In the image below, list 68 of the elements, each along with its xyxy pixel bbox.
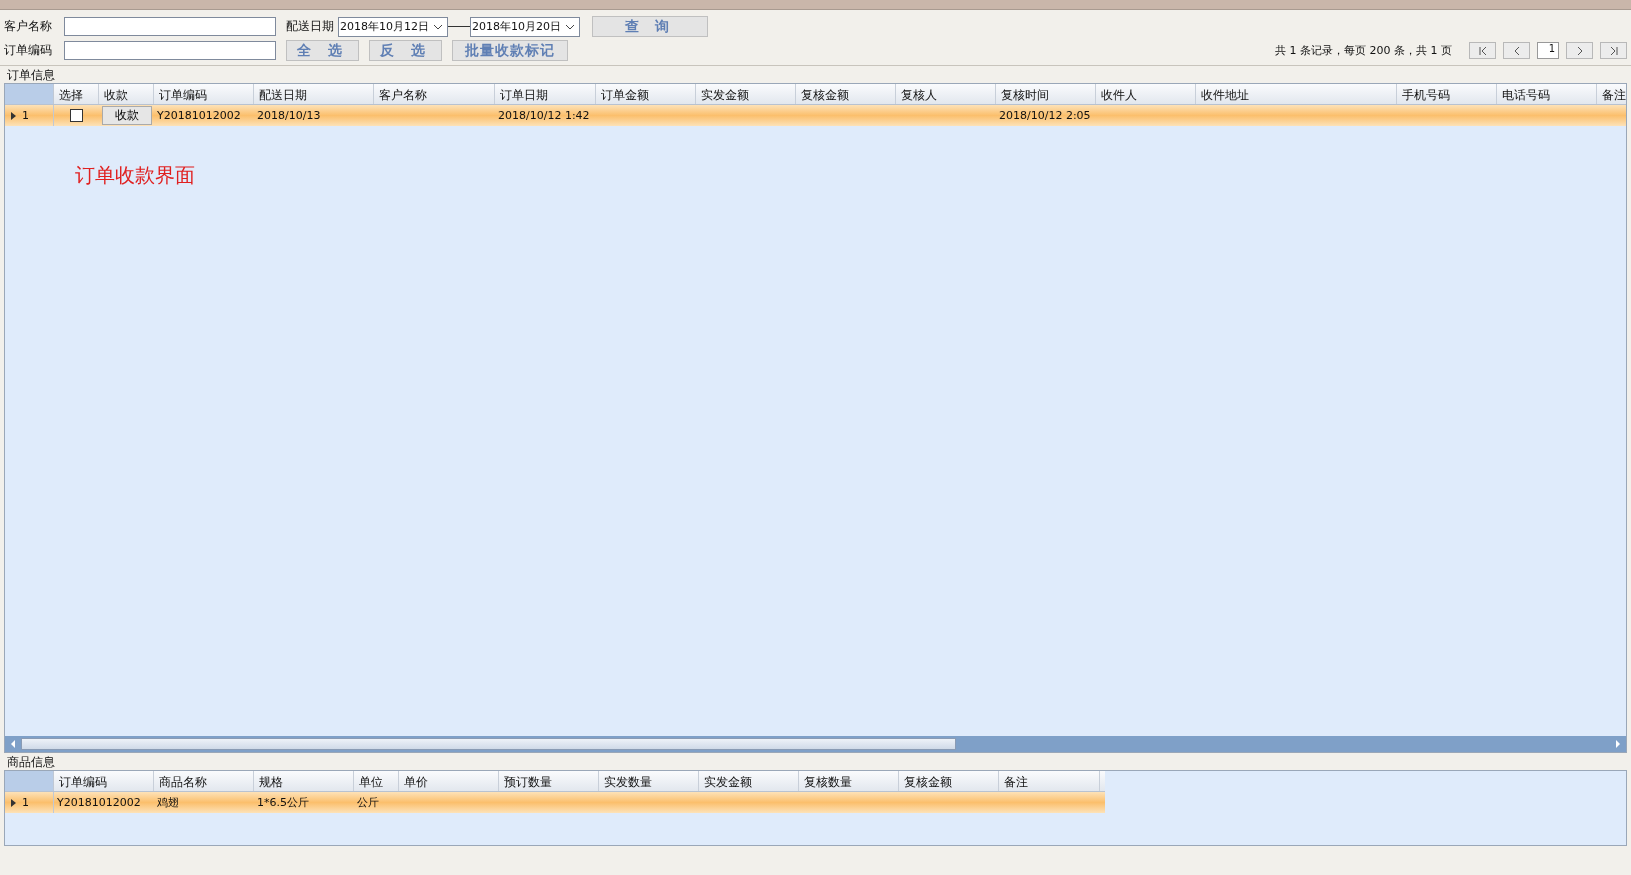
field-label: 配送日期 bbox=[286, 18, 334, 35]
date-picker[interactable]: 2018年10月20日 bbox=[470, 16, 580, 37]
section-title: 商品信息 bbox=[6, 755, 56, 770]
row-header[interactable]: 1 bbox=[5, 105, 54, 126]
scroll-right-icon[interactable] bbox=[1614, 739, 1622, 749]
chevron-down-icon bbox=[433, 23, 443, 30]
order-row[interactable]: 1 收款 Y20181012002 2018/10/13 2018/10/12 1:42 2018/10/12 2:05 bbox=[5, 105, 1626, 126]
column-header[interactable]: 复核金额 bbox=[796, 84, 896, 104]
column-header[interactable]: 收款 bbox=[99, 84, 154, 104]
table-cell: 1*6.5公斤 bbox=[257, 795, 309, 810]
column-header[interactable]: 复核金额 bbox=[899, 771, 999, 791]
goods-row[interactable]: 1 Y20181012002 鸡翅 1*6.5公斤 公斤 bbox=[5, 792, 1105, 813]
page-summary: 共 1 条记录，每页 200 条，共 1 页 bbox=[1275, 43, 1452, 58]
column-header[interactable]: 实发金额 bbox=[696, 84, 796, 104]
column-header[interactable]: 订单日期 bbox=[495, 84, 596, 104]
column-header[interactable]: 预订数量 bbox=[499, 771, 599, 791]
column-header[interactable]: 收件地址 bbox=[1196, 84, 1397, 104]
row-number: 1 bbox=[22, 796, 29, 809]
column-header[interactable]: 选择 bbox=[54, 84, 99, 104]
customer-name-field[interactable] bbox=[64, 17, 276, 36]
column-header[interactable]: 订单金额 bbox=[596, 84, 696, 104]
column-header[interactable]: 复核数量 bbox=[799, 771, 899, 791]
column-header[interactable]: 电话号码 bbox=[1497, 84, 1597, 104]
column-header[interactable]: 实发数量 bbox=[599, 771, 699, 791]
column-header[interactable]: 备注 bbox=[999, 771, 1100, 791]
next-page-button[interactable] bbox=[1566, 42, 1593, 59]
column-header[interactable]: 规格 bbox=[254, 771, 354, 791]
horizontal-scrollbar[interactable] bbox=[5, 736, 1626, 752]
column-header[interactable]: 实发金额 bbox=[699, 771, 799, 791]
table-cell: 2018/10/12 2:05 bbox=[999, 109, 1091, 122]
column-header[interactable]: 手机号码 bbox=[1397, 84, 1497, 104]
annotation-text: 订单收款界面 bbox=[75, 163, 195, 187]
column-header[interactable]: 商品名称 bbox=[154, 771, 254, 791]
column-header[interactable]: 订单编码 bbox=[54, 771, 154, 791]
field-label: 客户名称 bbox=[4, 18, 53, 35]
column-header[interactable]: 备注 bbox=[1597, 84, 1626, 104]
checkbox[interactable] bbox=[70, 109, 83, 122]
column-header[interactable]: 客户名称 bbox=[374, 84, 495, 104]
table-cell: 鸡翅 bbox=[157, 795, 179, 810]
section-title: 订单信息 bbox=[6, 68, 56, 83]
table-cell: Y20181012002 bbox=[57, 796, 141, 809]
column-header[interactable]: 订单编码 bbox=[154, 84, 254, 104]
table-cell: 2018/10/13 bbox=[257, 109, 321, 122]
date-picker[interactable]: 2018年10月12日 bbox=[338, 16, 448, 37]
first-page-icon bbox=[1477, 45, 1488, 56]
column-header[interactable]: 单位 bbox=[354, 771, 399, 791]
column-header[interactable]: 复核时间 bbox=[996, 84, 1096, 104]
chevron-down-icon bbox=[565, 23, 575, 30]
collect-button[interactable]: 收款 bbox=[101, 106, 152, 125]
order-number-field[interactable] bbox=[64, 41, 276, 60]
column-header[interactable]: 复核人 bbox=[896, 84, 996, 104]
column-header[interactable]: 配送日期 bbox=[254, 84, 374, 104]
column-header[interactable]: 单价 bbox=[399, 771, 499, 791]
last-page-button[interactable] bbox=[1600, 42, 1627, 59]
column-header[interactable]: 收件人 bbox=[1096, 84, 1196, 104]
table-cell: 公斤 bbox=[357, 795, 379, 810]
current-row-icon bbox=[11, 798, 16, 807]
row-header[interactable]: 1 bbox=[5, 792, 54, 813]
page-number-field[interactable]: 1 bbox=[1537, 42, 1559, 59]
table-cell: 2018/10/12 1:42 bbox=[498, 109, 590, 122]
row-number: 1 bbox=[22, 109, 29, 122]
field-label: 订单编码 bbox=[4, 42, 53, 59]
previous-page-button[interactable] bbox=[1503, 42, 1530, 59]
current-row-icon bbox=[11, 111, 16, 120]
table-cell: Y20181012002 bbox=[157, 109, 241, 122]
first-page-button[interactable] bbox=[1469, 42, 1496, 59]
last-page-icon bbox=[1608, 45, 1619, 56]
scroll-left-icon[interactable] bbox=[9, 739, 17, 749]
